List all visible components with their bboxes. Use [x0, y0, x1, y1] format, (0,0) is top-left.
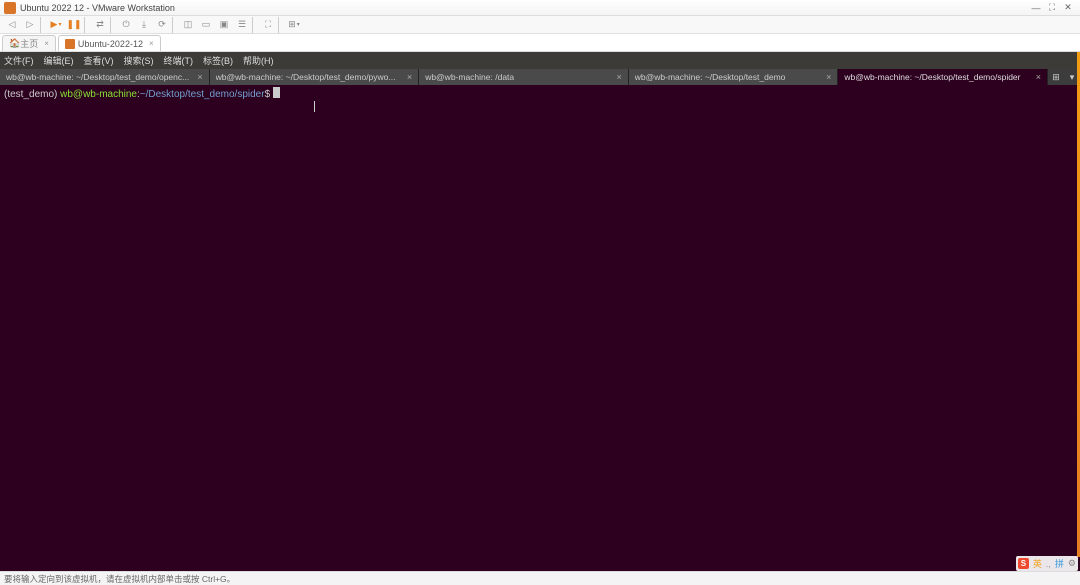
vm-tabs: 🏠 主页 × Ubuntu-2022-12 ×	[0, 34, 1080, 52]
terminal-body[interactable]: (test_demo) wb@wb-machine:~/Desktop/test…	[0, 85, 1080, 571]
ubuntu-icon	[65, 39, 75, 49]
pause-icon[interactable]: ❚❚	[66, 17, 82, 33]
view1-icon[interactable]: ◫	[180, 17, 196, 33]
close-icon[interactable]: ×	[149, 39, 154, 48]
menu-terminal[interactable]: 终端(T)	[164, 54, 194, 67]
ime-tray[interactable]: S 英 ., 拼 ⚙	[1016, 556, 1078, 571]
menu-search[interactable]: 搜索(S)	[124, 54, 154, 67]
refresh-icon[interactable]: ⟳	[154, 17, 170, 33]
toolbar-separator	[110, 17, 116, 33]
window-title: Ubuntu 2022 12 - VMware Workstation	[20, 3, 175, 13]
close-icon[interactable]: ×	[44, 39, 49, 48]
nav-back-icon[interactable]: ◁	[4, 17, 20, 33]
terminal-tabs: wb@wb-machine: ~/Desktop/test_demo/openc…	[0, 69, 1080, 85]
toolbar-separator	[40, 17, 46, 33]
play-icon[interactable]: ▶▾	[48, 17, 64, 33]
terminal-tab-active[interactable]: wb@wb-machine: ~/Desktop/test_demo/spide…	[838, 69, 1048, 85]
close-icon[interactable]: ×	[1036, 72, 1041, 82]
maximize-button[interactable]: ⛶	[1044, 1, 1060, 15]
home-tab[interactable]: 🏠 主页 ×	[2, 35, 56, 51]
vm-tab-ubuntu[interactable]: Ubuntu-2022-12 ×	[58, 35, 161, 51]
download-icon[interactable]: ⤓	[136, 17, 152, 33]
unity-icon[interactable]: ⊞▾	[286, 17, 302, 33]
terminal-tab[interactable]: wb@wb-machine: ~/Desktop/test_demo×	[629, 69, 839, 85]
text-cursor	[314, 101, 315, 112]
status-text: 要将输入定向到该虚拟机，请在虚拟机内部单击或按 Ctrl+G。	[4, 573, 235, 585]
nav-fwd-icon[interactable]: ▷	[22, 17, 38, 33]
toolbar-separator	[252, 17, 258, 33]
toolbar-separator	[172, 17, 178, 33]
statusbar: 要将输入定向到该虚拟机，请在虚拟机内部单击或按 Ctrl+G。	[0, 571, 1080, 585]
view2-icon[interactable]: ▭	[198, 17, 214, 33]
terminal-tab[interactable]: wb@wb-machine: ~/Desktop/test_demo/pywo.…	[210, 69, 420, 85]
menu-help[interactable]: 帮助(H)	[243, 54, 274, 67]
menu-view[interactable]: 查看(V)	[84, 54, 114, 67]
home-icon: 🏠	[9, 38, 20, 49]
close-button[interactable]: ✕	[1060, 1, 1076, 15]
cursor	[273, 87, 280, 98]
sogou-icon[interactable]: S	[1018, 558, 1029, 569]
power-icon[interactable]: ⏻	[118, 17, 134, 33]
minimize-button[interactable]: —	[1028, 1, 1044, 15]
fullscreen-icon[interactable]: ⛶	[260, 17, 276, 33]
terminal-tab[interactable]: wb@wb-machine: /data×	[419, 69, 629, 85]
toolbar-separator	[278, 17, 284, 33]
menu-tabs[interactable]: 标签(B)	[203, 54, 233, 67]
toolbar-separator	[84, 17, 90, 33]
tab-label: 主页	[20, 37, 38, 50]
guest-display[interactable]: 文件(F) 编辑(E) 查看(V) 搜索(S) 终端(T) 标签(B) 帮助(H…	[0, 52, 1080, 571]
punct-indicator[interactable]: .,	[1046, 559, 1051, 569]
close-icon[interactable]: ×	[197, 72, 202, 82]
close-icon[interactable]: ×	[617, 72, 622, 82]
vmware-icon	[4, 2, 16, 14]
lang-indicator[interactable]: 英	[1033, 557, 1042, 570]
tab-label: Ubuntu-2022-12	[78, 39, 143, 49]
ubuntu-menubar: 文件(F) 编辑(E) 查看(V) 搜索(S) 终端(T) 标签(B) 帮助(H…	[0, 52, 1080, 69]
terminal-tab[interactable]: wb@wb-machine: ~/Desktop/test_demo/openc…	[0, 69, 210, 85]
menu-file[interactable]: 文件(F)	[4, 54, 34, 67]
close-icon[interactable]: ×	[407, 72, 412, 82]
view4-icon[interactable]: ☰	[234, 17, 250, 33]
menu-edit[interactable]: 编辑(E)	[44, 54, 74, 67]
snapshot-icon[interactable]: ⇄	[92, 17, 108, 33]
view3-icon[interactable]: ▣	[216, 17, 232, 33]
ime-settings-icon[interactable]: ⚙	[1068, 558, 1076, 569]
titlebar: Ubuntu 2022 12 - VMware Workstation — ⛶ …	[0, 0, 1080, 16]
new-tab-button[interactable]: ⊞	[1048, 69, 1064, 85]
prompt-line: (test_demo) wb@wb-machine:~/Desktop/test…	[4, 89, 280, 100]
toolbar: ◁ ▷ ▶▾ ❚❚ ⇄ ⏻ ⤓ ⟳ ◫ ▭ ▣ ☰ ⛶ ⊞▾	[0, 16, 1080, 34]
pinyin-indicator[interactable]: 拼	[1055, 557, 1064, 570]
close-icon[interactable]: ×	[826, 72, 831, 82]
